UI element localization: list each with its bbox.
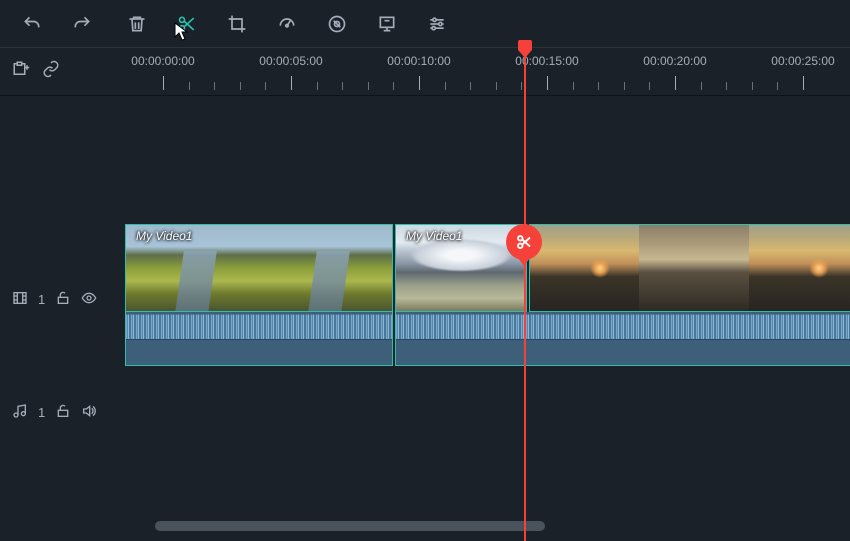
clip-label: My Video1 — [136, 229, 192, 243]
playhead-handle[interactable] — [518, 40, 532, 58]
link-icon — [42, 60, 60, 78]
link-button[interactable] — [42, 60, 60, 83]
greenscreen-button[interactable] — [362, 4, 412, 44]
video-clip[interactable]: My Video1 — [125, 224, 393, 312]
add-marker-button[interactable] — [12, 60, 30, 83]
redo-button[interactable] — [62, 4, 102, 44]
split-button[interactable] — [162, 4, 212, 44]
trash-icon — [127, 14, 147, 34]
audio-track-header: 1 — [0, 382, 125, 442]
video-track-row: 1 My Video1 My Video1 — [0, 224, 850, 374]
crop-icon — [227, 14, 247, 34]
eye-icon — [81, 290, 97, 306]
delete-button[interactable] — [112, 4, 162, 44]
add-marker-icon — [12, 60, 30, 78]
undo-icon — [22, 14, 42, 34]
ruler-timestamp: 00:00:10:00 — [387, 54, 450, 68]
crop-button[interactable] — [212, 4, 262, 44]
audio-track-icon — [12, 403, 28, 422]
video-track-lane[interactable]: My Video1 My Video1 — [125, 224, 850, 374]
audio-track-lane[interactable] — [125, 382, 850, 442]
playhead-icon — [518, 40, 532, 58]
sliders-icon — [427, 14, 447, 34]
video-clip[interactable] — [529, 224, 850, 312]
clip-label: My Video1 — [406, 229, 462, 243]
timeline-ruler[interactable]: 00:00:00:0000:00:05:0000:00:10:0000:00:1… — [125, 48, 850, 95]
unlock-icon — [55, 403, 71, 419]
adjust-button[interactable] — [412, 4, 462, 44]
scissors-icon — [177, 14, 197, 34]
empty-track-space — [0, 96, 850, 224]
audio-waveform[interactable] — [125, 312, 393, 366]
horizontal-scrollbar-thumb[interactable] — [155, 521, 545, 531]
video-track-lock-button[interactable] — [55, 290, 71, 309]
clip-thumbnail — [639, 225, 748, 311]
editor-toolbar — [0, 0, 850, 48]
filmstrip-icon — [12, 290, 28, 306]
video-track-visibility-button[interactable] — [81, 290, 97, 309]
undo-button[interactable] — [12, 4, 52, 44]
speed-button[interactable] — [262, 4, 312, 44]
redo-icon — [72, 14, 92, 34]
audio-waveform[interactable] — [395, 312, 850, 366]
scissors-icon — [515, 233, 533, 251]
video-track-icon — [12, 290, 28, 309]
timeline-tracks: 1 My Video1 My Video1 1 — [0, 96, 850, 541]
audio-track-row: 1 — [0, 382, 850, 442]
split-marker-button[interactable] — [506, 224, 542, 266]
ruler-timestamp: 00:00:05:00 — [259, 54, 322, 68]
audio-track-mute-button[interactable] — [81, 403, 97, 422]
ruler-gutter — [0, 48, 125, 95]
timeline-ruler-row: 00:00:00:0000:00:05:0000:00:10:0000:00:1… — [0, 48, 850, 96]
clip-thumbnail — [259, 225, 392, 311]
clip-thumbnail — [530, 225, 639, 311]
screen-icon — [377, 14, 397, 34]
audio-track-lock-button[interactable] — [55, 403, 71, 422]
color-tuning-icon — [327, 14, 347, 34]
color-button[interactable] — [312, 4, 362, 44]
unlock-icon — [55, 290, 71, 306]
music-note-icon — [12, 403, 28, 419]
speaker-icon — [81, 403, 97, 419]
audio-track-index: 1 — [38, 405, 45, 420]
clip-thumbnail — [749, 225, 850, 311]
ruler-timestamp: 00:00:00:00 — [131, 54, 194, 68]
ruler-timestamp: 00:00:20:00 — [643, 54, 706, 68]
speedometer-icon — [277, 14, 297, 34]
video-track-index: 1 — [38, 292, 45, 307]
video-track-header: 1 — [0, 224, 125, 374]
ruler-timestamp: 00:00:25:00 — [771, 54, 834, 68]
horizontal-scrollbar-track[interactable] — [125, 521, 850, 533]
